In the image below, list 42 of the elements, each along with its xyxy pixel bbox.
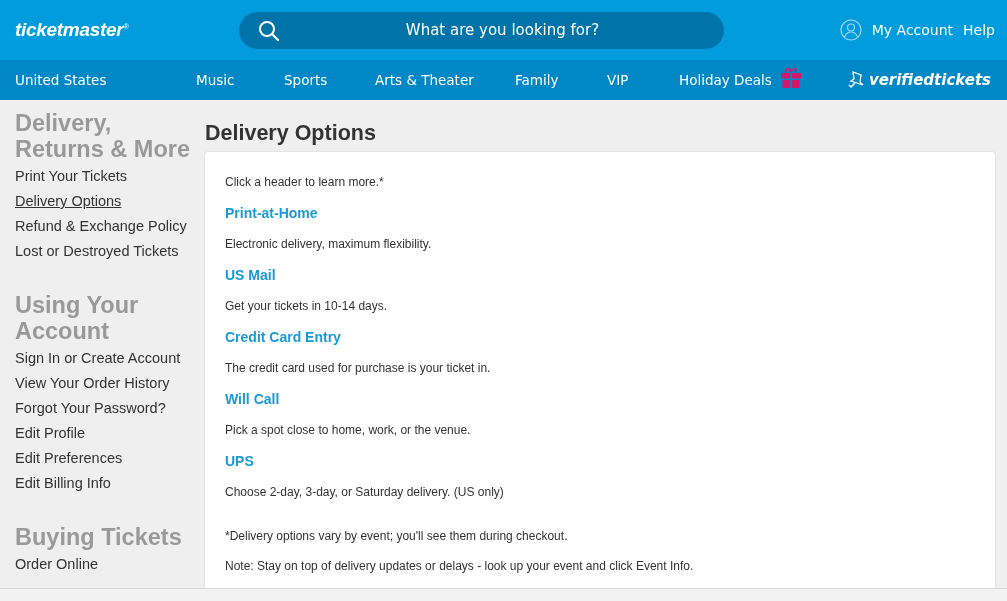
option-description: Get your tickets in 10-14 days. xyxy=(225,298,389,315)
nav-link[interactable]: VIP xyxy=(607,72,679,88)
nav-link[interactable]: Arts & Theater xyxy=(375,72,515,88)
option-description: Pick a spot close to home, work, or the venue. xyxy=(225,422,472,439)
option-header-link[interactable]: Will Call xyxy=(225,389,975,409)
sidebar-link[interactable]: Order Online xyxy=(15,552,205,577)
option-description: Electronic delivery, maximum flexibility. xyxy=(225,236,433,253)
nav-link[interactable]: Sports xyxy=(284,72,375,88)
sidebar-link[interactable]: Forgot Your Password? xyxy=(15,396,205,421)
country-link[interactable]: United States xyxy=(15,72,196,88)
section-heading: Using Your Account xyxy=(15,292,140,344)
option-description: The credit card used for purchase is your ticket in. xyxy=(225,360,492,377)
sidebar-link[interactable]: Print Your Tickets xyxy=(15,164,205,189)
option-header-link[interactable]: US Mail xyxy=(225,265,975,285)
nav-link[interactable]: Family xyxy=(515,72,607,88)
my-account-link[interactable]: My Account xyxy=(871,22,954,38)
verified-tickets-logo[interactable]: verifiedtickets xyxy=(868,71,991,89)
nav-link[interactable]: Holiday Deals xyxy=(679,72,772,88)
option-header-link[interactable]: Print-at-Home xyxy=(225,203,975,223)
option-header-link[interactable]: UPS xyxy=(225,451,975,471)
user-icon[interactable] xyxy=(839,19,862,41)
sidebar-link[interactable]: View Your Order History xyxy=(15,371,205,396)
option-description: Choose 2-day, 3-day, or Saturday delivery. (US only) xyxy=(225,484,505,501)
section-heading: Buying Tickets xyxy=(15,524,183,550)
help-link[interactable]: Help xyxy=(963,22,995,38)
intro-text: Click a header to learn more.* xyxy=(225,174,385,191)
sidebar-link[interactable]: Edit Profile xyxy=(15,421,205,446)
note-text: *Delivery options vary by event; you'll see them during checkout. xyxy=(225,528,569,545)
option-header-link[interactable]: Credit Card Entry xyxy=(225,327,975,347)
sidebar-link[interactable]: Sign In or Create Account xyxy=(15,346,205,371)
page-title: Delivery Options xyxy=(205,120,377,146)
search-field[interactable]: What are you looking for? xyxy=(239,11,724,49)
nav-link[interactable]: Music xyxy=(196,72,284,88)
sidebar-link[interactable]: Delivery Options xyxy=(15,189,205,214)
sidebar-link[interactable]: Edit Preferences xyxy=(15,446,205,471)
sidebar-link[interactable]: Refund & Exchange Policy xyxy=(15,214,205,239)
gift-icon xyxy=(779,66,802,88)
section-heading: Delivery, Returns & More xyxy=(15,110,191,162)
sidebar-link[interactable]: Lost or Destroyed Tickets xyxy=(15,239,205,264)
note-text: Note: Stay on top of delivery updates or delays - look up your event and click Event Info. xyxy=(225,558,695,575)
sidebar-link[interactable]: Edit Billing Info xyxy=(15,471,205,496)
ticketmaster-logo[interactable]: ticketmaster$^{®}$ xyxy=(15,19,239,41)
